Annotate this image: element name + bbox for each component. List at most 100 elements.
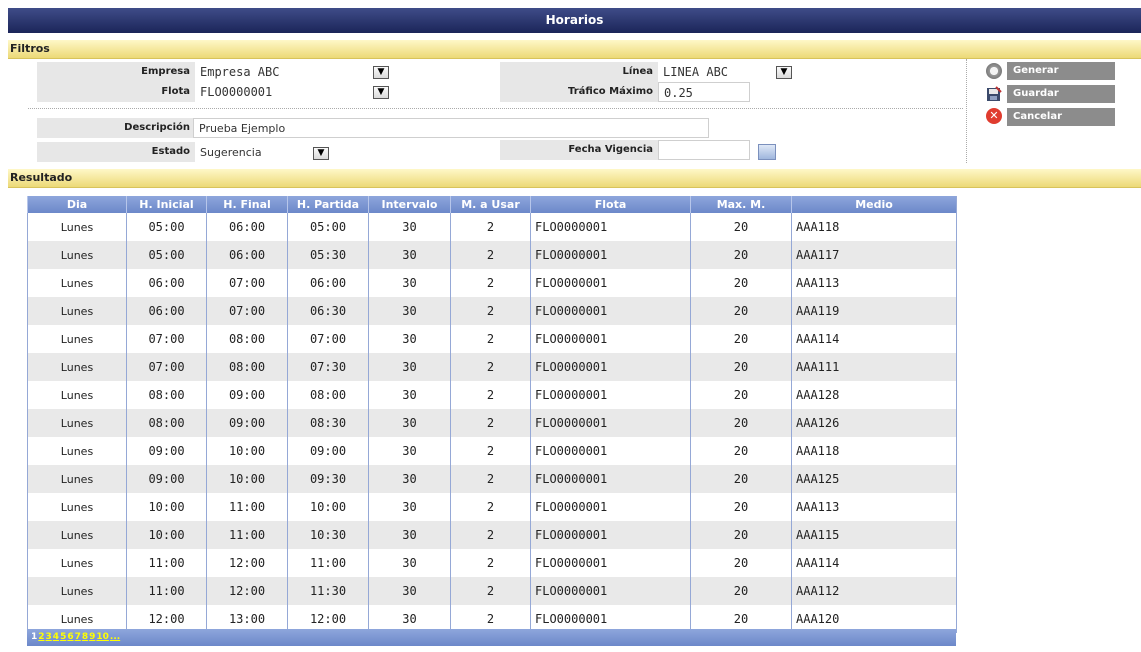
table-row[interactable]: Lunes 05:00 06:00 05:30 30 2 FLO0000001 20 AAA11…	[27, 241, 957, 269]
pagination: 12345678910...	[27, 629, 956, 646]
column-header[interactable]: H. Inicial	[126, 196, 207, 213]
table-cell: 11:00	[206, 493, 288, 521]
table-row[interactable]: Lunes 11:00 12:00 11:30 30 2 FLO0000001 20 AAA11…	[27, 577, 957, 605]
table-cell: 07:00	[287, 325, 369, 353]
column-header[interactable]: Max. M.	[690, 196, 792, 213]
table-cell: 2	[450, 269, 531, 297]
pager-link[interactable]: 5	[60, 632, 66, 642]
table-cell: 06:00	[206, 241, 288, 269]
flota-dropdown-chevron-down-icon[interactable]: ▼	[373, 86, 389, 99]
table-cell: AAA128	[791, 381, 957, 409]
table-cell: FLO0000001	[530, 353, 691, 381]
table-cell: 10:00	[126, 493, 207, 521]
column-header[interactable]: Flota	[530, 196, 691, 213]
pager-link[interactable]: 6	[67, 632, 73, 642]
table-cell: 05:00	[287, 213, 369, 241]
table-cell: 2	[450, 465, 531, 493]
table-cell: 30	[368, 325, 451, 353]
table-cell: 30	[368, 549, 451, 577]
table-cell: 12:00	[206, 549, 288, 577]
table-cell: AAA115	[791, 521, 957, 549]
pager-link[interactable]: ...	[110, 632, 120, 642]
cancelar-button[interactable]: Cancelar	[1007, 108, 1115, 126]
column-header[interactable]: H. Partida	[287, 196, 369, 213]
table-cell: FLO0000001	[530, 493, 691, 521]
table-row[interactable]: Lunes 06:00 07:00 06:30 30 2 FLO0000001 20 AAA11…	[27, 297, 957, 325]
table-cell: 2	[450, 213, 531, 241]
pager-link[interactable]: 4	[53, 632, 59, 642]
table-cell: 20	[690, 549, 792, 577]
table-cell: 05:30	[287, 241, 369, 269]
trafico-label: Tráfico Máximo	[500, 82, 658, 102]
table-cell: Lunes	[27, 577, 127, 605]
table-cell: Lunes	[27, 325, 127, 353]
table-cell: 07:00	[126, 353, 207, 381]
table-cell: 20	[690, 381, 792, 409]
table-row[interactable]: Lunes 11:00 12:00 11:00 30 2 FLO0000001 20 AAA11…	[27, 549, 957, 577]
table-cell: 08:00	[206, 353, 288, 381]
descripcion-label: Descripción	[37, 118, 195, 138]
table-row[interactable]: Lunes 08:00 09:00 08:00 30 2 FLO0000001 20 AAA12…	[27, 381, 957, 409]
table-cell: 11:00	[206, 521, 288, 549]
table-cell: 2	[450, 297, 531, 325]
column-header[interactable]: Intervalo	[368, 196, 451, 213]
filters-divider	[28, 108, 963, 109]
column-header[interactable]: Dia	[27, 196, 127, 213]
pager-link[interactable]: 2	[38, 632, 44, 642]
pager-link[interactable]: 9	[89, 632, 95, 642]
pager-link[interactable]: 8	[82, 632, 88, 642]
generar-button[interactable]: Generar	[1007, 62, 1115, 80]
table-row[interactable]: Lunes 06:00 07:00 06:00 30 2 FLO0000001 20 AAA11…	[27, 269, 957, 297]
filters-section-title: Filtros	[8, 40, 1141, 59]
table-row[interactable]: Lunes 07:00 08:00 07:00 30 2 FLO0000001 20 AAA11…	[27, 325, 957, 353]
table-cell: 20	[690, 409, 792, 437]
pager-link[interactable]: 10	[96, 632, 109, 642]
table-cell: 10:00	[206, 437, 288, 465]
table-row[interactable]: Lunes 09:00 10:00 09:30 30 2 FLO0000001 20 AAA12…	[27, 465, 957, 493]
table-cell: 11:00	[287, 549, 369, 577]
table-cell: AAA118	[791, 437, 957, 465]
pager-current-page: 1	[31, 632, 38, 642]
linea-dropdown-chevron-down-icon[interactable]: ▼	[776, 66, 792, 79]
table-cell: 09:30	[287, 465, 369, 493]
trafico-input[interactable]: 0.25	[658, 82, 750, 102]
estado-dropdown-chevron-down-icon[interactable]: ▼	[313, 147, 329, 160]
estado-select[interactable]: Sugerencia	[195, 143, 315, 163]
results-section-title: Resultado	[8, 169, 1141, 188]
table-row[interactable]: Lunes 09:00 10:00 09:00 30 2 FLO0000001 20 AAA11…	[27, 437, 957, 465]
table-cell: 06:00	[287, 269, 369, 297]
table-cell: 08:00	[126, 381, 207, 409]
table-cell: FLO0000001	[530, 297, 691, 325]
table-cell: 20	[690, 437, 792, 465]
table-cell: 05:00	[126, 241, 207, 269]
table-row[interactable]: Lunes 08:00 09:00 08:30 30 2 FLO0000001 20 AAA12…	[27, 409, 957, 437]
table-cell: AAA112	[791, 577, 957, 605]
table-row[interactable]: Lunes 10:00 11:00 10:30 30 2 FLO0000001 20 AAA11…	[27, 521, 957, 549]
column-header[interactable]: H. Final	[206, 196, 288, 213]
linea-select[interactable]: LINEA ABC	[658, 62, 778, 82]
table-cell: FLO0000001	[530, 577, 691, 605]
table-cell: 30	[368, 213, 451, 241]
table-cell: 06:30	[287, 297, 369, 325]
calendar-icon[interactable]	[758, 144, 776, 160]
table-row[interactable]: Lunes 05:00 06:00 05:00 30 2 FLO0000001 20 AAA11…	[27, 213, 957, 241]
pager-link[interactable]: 7	[75, 632, 81, 642]
flota-select[interactable]: FLO0000001	[195, 82, 375, 102]
table-row[interactable]: Lunes 07:00 08:00 07:30 30 2 FLO0000001 20 AAA11…	[27, 353, 957, 381]
column-header[interactable]: Medio	[791, 196, 957, 213]
table-cell: FLO0000001	[530, 241, 691, 269]
table-row[interactable]: Lunes 10:00 11:00 10:00 30 2 FLO0000001 20 AAA11…	[27, 493, 957, 521]
table-cell: 06:00	[126, 297, 207, 325]
table-cell: AAA113	[791, 269, 957, 297]
column-header[interactable]: M. a Usar	[450, 196, 531, 213]
table-cell: 09:00	[287, 437, 369, 465]
empresa-select[interactable]: Empresa ABC	[195, 62, 375, 82]
linea-label: Línea	[500, 62, 658, 82]
guardar-button[interactable]: Guardar	[1007, 85, 1115, 103]
descripcion-input[interactable]: Prueba Ejemplo	[193, 118, 709, 138]
gear-icon	[986, 63, 1002, 79]
fecha-input[interactable]	[658, 140, 750, 160]
table-cell: 20	[690, 269, 792, 297]
pager-link[interactable]: 3	[46, 632, 52, 642]
empresa-dropdown-chevron-down-icon[interactable]: ▼	[373, 66, 389, 79]
